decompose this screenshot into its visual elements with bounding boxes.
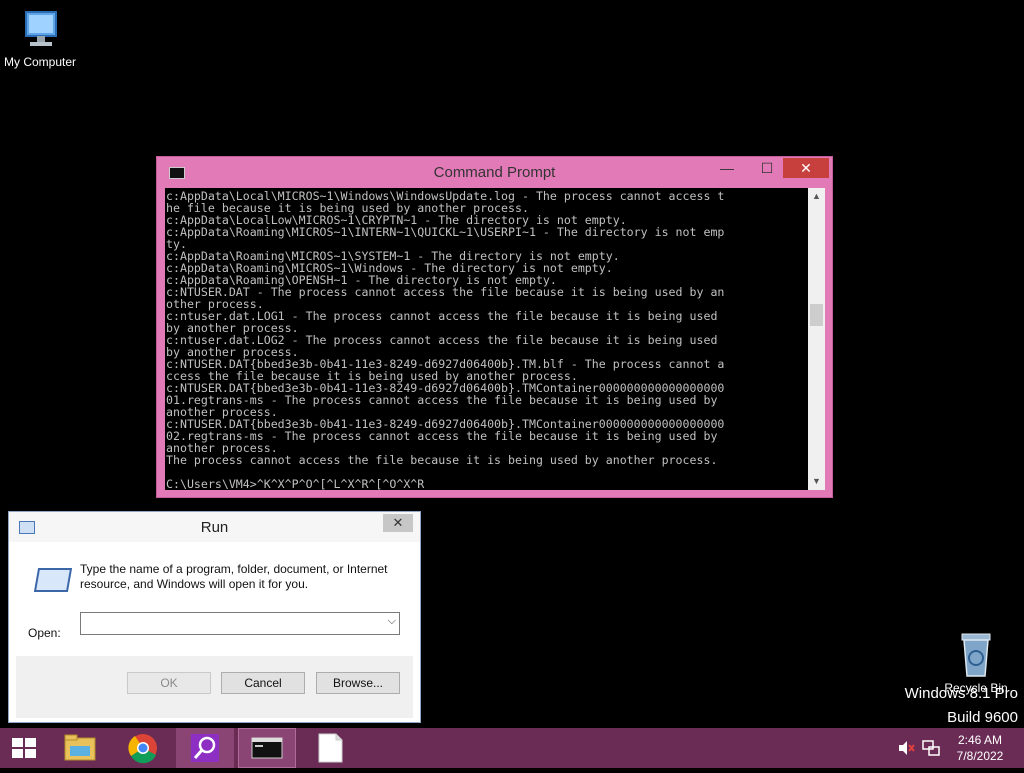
run-titlebar[interactable]: Run ✕ (9, 512, 420, 542)
taskbar-chrome[interactable] (118, 728, 168, 768)
clock-date: 7/8/2022 (956, 749, 1004, 763)
minimize-button[interactable]: — (713, 158, 741, 178)
taskbar: 2:46 AM 7/8/2022 (0, 728, 1024, 768)
cmd-titlebar[interactable]: Command Prompt — ☐ ✕ (157, 157, 832, 188)
console-output: c:AppData\Local\MICROS~1\Windows\Windows… (166, 189, 725, 467)
clock-time: 2:46 AM (957, 733, 1003, 747)
windows-logo-icon (12, 738, 36, 758)
open-combobox[interactable]: ⌵ (80, 612, 400, 635)
chrome-icon (128, 734, 157, 764)
taskbar-command-prompt[interactable] (238, 728, 296, 768)
folder-icon (64, 734, 96, 761)
volume-muted-icon[interactable] (896, 728, 916, 768)
ok-button[interactable]: OK (127, 672, 211, 694)
browse-button[interactable]: Browse... (316, 672, 400, 694)
run-content: Type the name of a program, folder, docu… (16, 542, 413, 656)
trash-icon (961, 633, 991, 677)
taskbar-clock[interactable]: 2:46 AM 7/8/2022 (950, 732, 1010, 764)
run-icon (33, 568, 73, 592)
console-icon (251, 737, 283, 759)
console-area[interactable]: c:AppData\Local\MICROS~1\Windows\Windows… (165, 188, 808, 490)
taskbar-file-explorer[interactable] (56, 728, 104, 768)
scroll-down-icon[interactable]: ▼ (808, 473, 825, 490)
run-dialog[interactable]: Run ✕ Type the name of a program, folder… (8, 511, 421, 723)
windows-build-watermark: Build 9600 (947, 709, 1018, 726)
open-label: Open: (28, 626, 61, 640)
computer-icon (25, 11, 57, 46)
my-computer-icon[interactable]: My Computer (0, 8, 80, 69)
scroll-up-icon[interactable]: ▲ (808, 188, 825, 205)
start-button[interactable] (8, 728, 40, 768)
scroll-thumb[interactable] (810, 304, 823, 326)
document-icon (318, 733, 343, 763)
cancel-button[interactable]: Cancel (221, 672, 305, 694)
console-prompt[interactable]: C:\Users\VM4>^K^X^P^O^[^L^X^R^[^O^X^R_ (166, 478, 431, 490)
chevron-down-icon[interactable]: ⌵ (388, 615, 396, 628)
cmd-scrollbar[interactable]: ▲ ▼ (808, 188, 825, 490)
maximize-button[interactable]: ☐ (753, 158, 781, 178)
run-title: Run (200, 519, 229, 536)
close-button[interactable]: ✕ (783, 158, 829, 178)
run-close-button[interactable]: ✕ (383, 514, 413, 532)
magnifier-icon (191, 734, 219, 762)
command-prompt-window[interactable]: Command Prompt — ☐ ✕ c:AppData\Local\MIC… (156, 156, 833, 498)
my-computer-label: My Computer (3, 55, 77, 69)
run-description: Type the name of a program, folder, docu… (80, 562, 388, 591)
taskbar-magnifier[interactable] (176, 728, 234, 768)
network-icon[interactable] (920, 728, 942, 768)
run-body: Type the name of a program, folder, docu… (16, 542, 413, 718)
windows-version-watermark: Windows 8.1 Pro (904, 685, 1018, 702)
taskbar-document[interactable] (302, 728, 358, 768)
